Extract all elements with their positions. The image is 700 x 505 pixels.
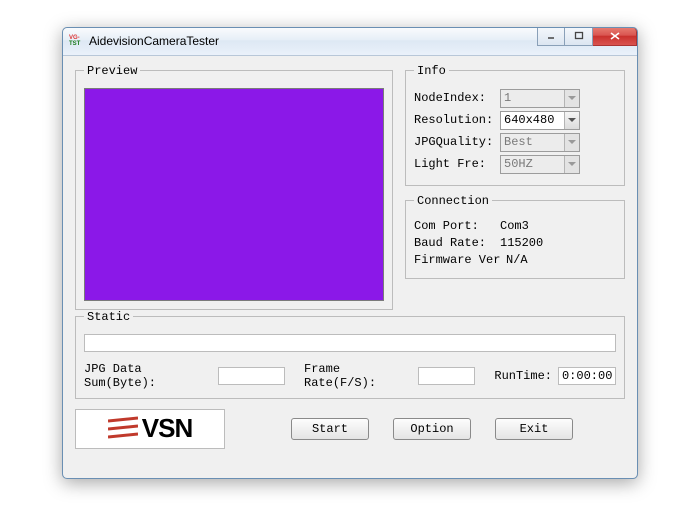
chevron-down-icon xyxy=(564,134,579,151)
client-area: Preview Info NodeIndex: 1 Resolution: xyxy=(63,56,637,478)
logo-stripes-icon xyxy=(108,416,138,442)
start-button[interactable]: Start xyxy=(291,418,369,440)
jpg-quality-label: JPGQuality: xyxy=(414,135,500,149)
com-port-value: Com3 xyxy=(500,219,616,233)
logo-text: VSN xyxy=(142,413,192,444)
chevron-down-icon[interactable] xyxy=(564,112,579,129)
resolution-label: Resolution: xyxy=(414,113,500,127)
light-fre-combo[interactable]: 50HZ xyxy=(500,155,580,174)
frame-rate-label: Frame Rate(F/S): xyxy=(304,362,412,390)
baud-rate-value: 115200 xyxy=(500,236,616,250)
app-window: VG-TST AidevisionCameraTester Preview In… xyxy=(62,27,638,479)
titlebar[interactable]: VG-TST AidevisionCameraTester xyxy=(63,28,637,56)
static-group: Static JPG Data Sum(Byte): Frame Rate(F/… xyxy=(75,310,625,399)
node-index-combo[interactable]: 1 xyxy=(500,89,580,108)
info-group: Info NodeIndex: 1 Resolution: 640x480 xyxy=(405,64,625,186)
app-icon: VG-TST xyxy=(69,33,85,49)
firmware-value: N/A xyxy=(506,253,616,267)
window-buttons xyxy=(537,28,637,55)
static-legend: Static xyxy=(84,310,133,324)
com-port-label: Com Port: xyxy=(414,219,500,233)
exit-button[interactable]: Exit xyxy=(495,418,573,440)
preview-legend: Preview xyxy=(84,64,140,78)
runtime-value: 0:00:00 xyxy=(558,367,616,385)
resolution-combo[interactable]: 640x480 xyxy=(500,111,580,130)
frame-rate-value xyxy=(418,367,475,385)
info-legend: Info xyxy=(414,64,449,78)
chevron-down-icon xyxy=(564,90,579,107)
node-index-value: 1 xyxy=(501,90,564,107)
maximize-button[interactable] xyxy=(565,28,593,46)
resolution-value: 640x480 xyxy=(501,112,564,129)
jpg-sum-value xyxy=(218,367,284,385)
jpg-sum-label: JPG Data Sum(Byte): xyxy=(84,362,212,390)
static-bar xyxy=(84,334,616,352)
window-title: AidevisionCameraTester xyxy=(89,34,537,48)
runtime-label: RunTime: xyxy=(494,369,552,383)
firmware-label: Firmware Ver xyxy=(414,253,506,267)
baud-rate-label: Baud Rate: xyxy=(414,236,500,250)
close-button[interactable] xyxy=(593,28,637,46)
preview-canvas xyxy=(84,88,384,301)
jpg-quality-combo[interactable]: Best xyxy=(500,133,580,152)
connection-group: Connection Com Port: Com3 Baud Rate: 115… xyxy=(405,194,625,279)
minimize-button[interactable] xyxy=(537,28,565,46)
light-fre-value: 50HZ xyxy=(501,156,564,173)
light-fre-label: Light Fre: xyxy=(414,157,500,171)
jpg-quality-value: Best xyxy=(501,134,564,151)
logo: VSN xyxy=(75,409,225,449)
connection-legend: Connection xyxy=(414,194,492,208)
option-button[interactable]: Option xyxy=(393,418,471,440)
chevron-down-icon xyxy=(564,156,579,173)
preview-group: Preview xyxy=(75,64,393,310)
node-index-label: NodeIndex: xyxy=(414,91,500,105)
